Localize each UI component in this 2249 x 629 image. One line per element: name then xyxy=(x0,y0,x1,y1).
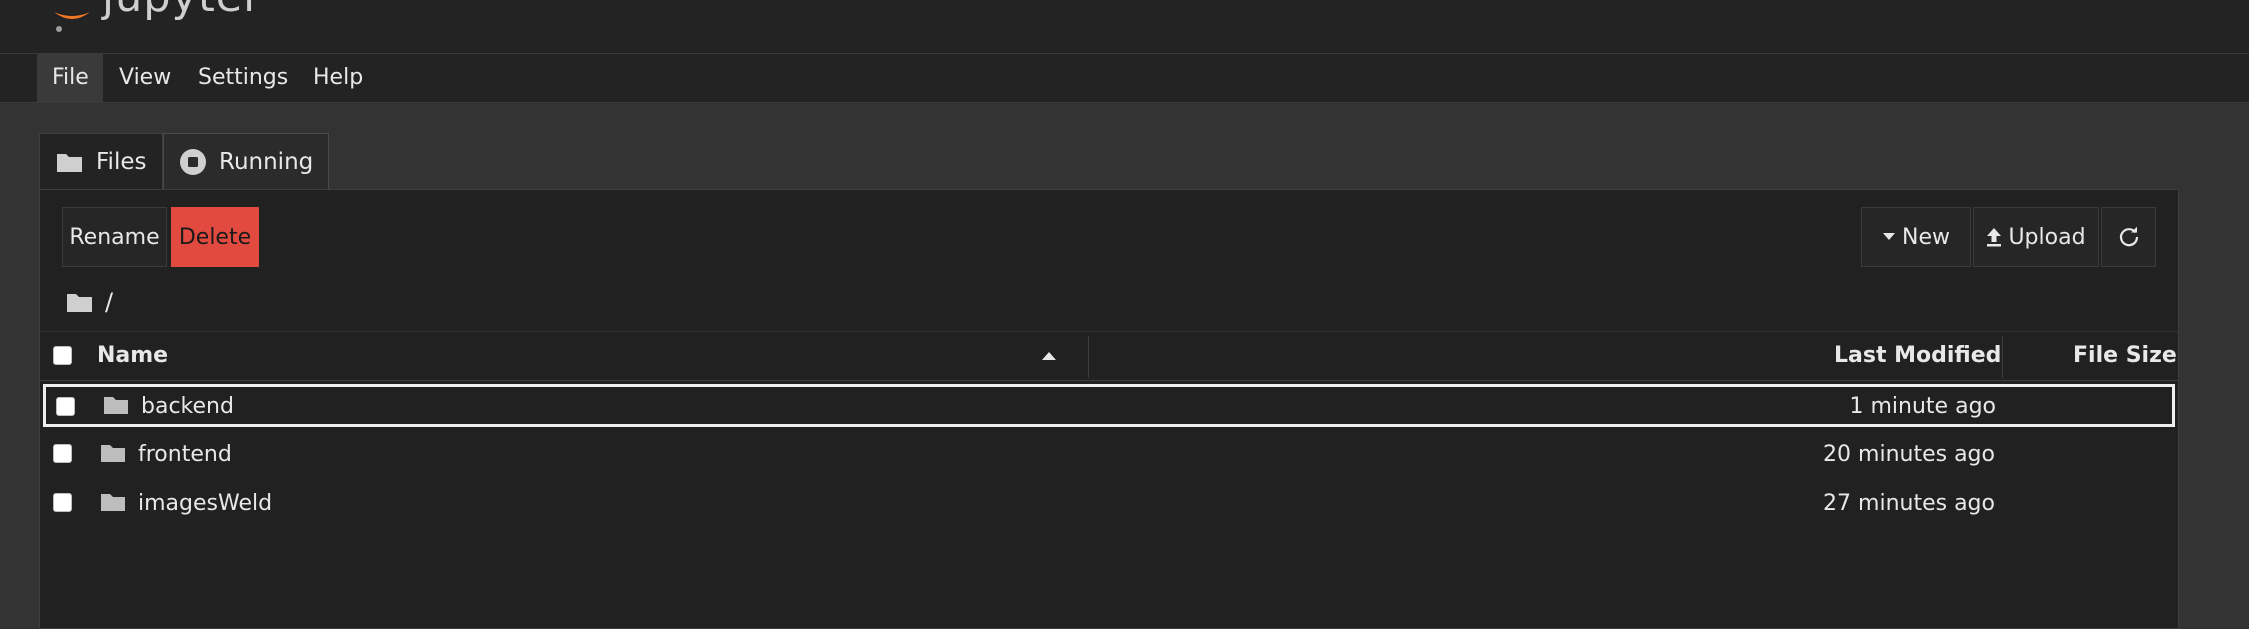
refresh-button[interactable] xyxy=(2101,207,2156,267)
last-modified: 20 minutes ago xyxy=(1823,442,1995,467)
menu-bar: File View Settings Help xyxy=(0,54,2249,103)
menu-settings[interactable]: Settings xyxy=(183,54,303,102)
stop-circle-icon xyxy=(180,148,206,175)
tab-files[interactable]: Files xyxy=(39,133,163,189)
top-header: jupyter xyxy=(0,0,2249,54)
folder-icon xyxy=(101,494,125,511)
upload-button[interactable]: Upload xyxy=(1973,207,2099,267)
row-checkbox[interactable] xyxy=(56,397,75,416)
table-row[interactable]: imagesWeld 27 minutes ago xyxy=(40,481,2178,530)
row-checkbox[interactable] xyxy=(53,444,72,463)
menu-help[interactable]: Help xyxy=(298,54,378,102)
caret-down-icon xyxy=(1883,233,1895,240)
column-modified-header[interactable]: Last Modified xyxy=(1834,332,2001,380)
tab-running[interactable]: Running xyxy=(163,133,329,189)
jupyter-logo-icon xyxy=(54,12,90,32)
folder-icon xyxy=(101,445,125,462)
row-checkbox[interactable] xyxy=(53,493,72,512)
refresh-icon xyxy=(2119,226,2138,247)
folder-icon xyxy=(104,397,128,414)
file-name[interactable]: frontend xyxy=(138,442,232,467)
table-header: Name Last Modified File Size xyxy=(40,331,2178,381)
sort-ascending-icon[interactable] xyxy=(1041,351,1057,361)
column-size-header[interactable]: File Size xyxy=(2073,332,2177,380)
file-name[interactable]: imagesWeld xyxy=(138,491,272,516)
table-row[interactable]: backend 1 minute ago xyxy=(43,384,2175,427)
home-folder-icon[interactable] xyxy=(66,291,93,313)
breadcrumb-path[interactable]: / xyxy=(105,288,113,316)
delete-button[interactable]: Delete xyxy=(171,207,259,267)
tab-files-label: Files xyxy=(96,148,147,175)
new-button[interactable]: New xyxy=(1861,207,1971,267)
column-divider[interactable] xyxy=(2002,336,2003,378)
column-divider[interactable] xyxy=(1088,336,1089,378)
table-row[interactable]: frontend 20 minutes ago xyxy=(40,432,2178,481)
tab-running-label: Running xyxy=(219,148,314,175)
breadcrumb: / xyxy=(66,287,113,317)
logo-text: jupyter xyxy=(102,0,262,22)
folder-icon xyxy=(57,153,82,172)
file-name[interactable]: backend xyxy=(141,394,234,419)
last-modified: 1 minute ago xyxy=(1849,394,1996,419)
select-all-checkbox[interactable] xyxy=(53,346,72,365)
new-button-label: New xyxy=(1902,224,1950,250)
last-modified: 27 minutes ago xyxy=(1823,491,1995,516)
rename-button[interactable]: Rename xyxy=(62,207,167,267)
menu-view[interactable]: View xyxy=(104,54,186,102)
upload-button-label: Upload xyxy=(2008,224,2086,250)
upload-icon xyxy=(1987,228,2002,247)
menu-file[interactable]: File xyxy=(37,54,103,102)
column-name-header[interactable]: Name xyxy=(97,332,168,380)
